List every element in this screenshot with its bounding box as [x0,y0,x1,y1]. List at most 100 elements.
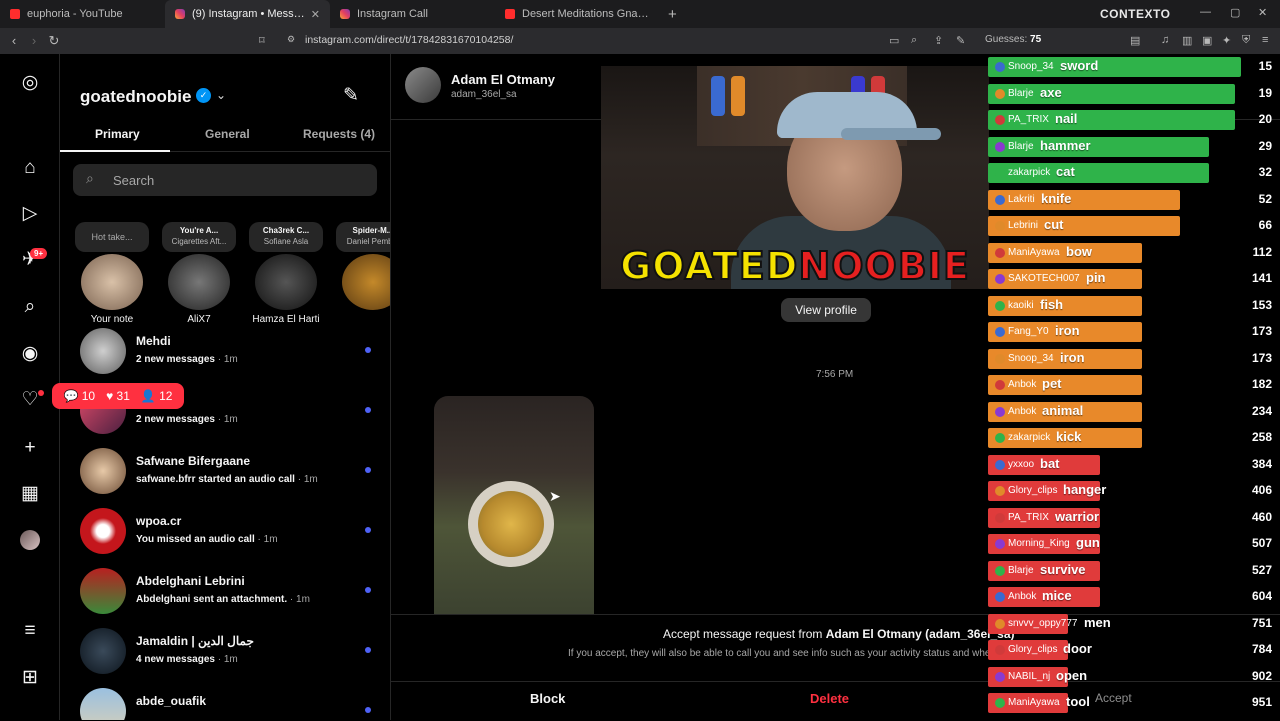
player-name: PA_TRIX [1008,511,1049,523]
apps-icon[interactable]: ⊞ [19,667,41,689]
search-icon[interactable]: ⌕ [19,296,41,318]
reload-icon[interactable]: ↻ [44,33,64,49]
guess-word: hanger [1063,482,1107,497]
note-artist: Daniel Pemb... [346,237,390,246]
music-icon[interactable]: ♫ [1161,34,1169,46]
conversation-row[interactable]: wpoa.cr You missed an audio call · 1m [60,504,390,564]
search-input[interactable] [113,164,363,196]
likes-count: ♥ 31 [106,389,130,403]
browser-tab-2[interactable]: (9) Instagram • Messages ✕ [165,0,330,28]
shield-icon[interactable]: ⛨ [1242,34,1250,47]
conversation-row[interactable]: abde_ouafik [60,684,390,720]
menu-icon[interactable]: ≡ [1262,34,1268,46]
verified-badge-icon: ✓ [196,88,211,103]
guess-rank: 384 [1251,456,1272,471]
chat-contact-handle: adam_36el_sa [451,89,517,100]
note-item[interactable]: You're A... Cigarettes Aft... AliX7 [157,222,241,325]
player-name: ManiAyawa [1008,697,1060,708]
block-button[interactable]: Block [530,691,565,706]
create-icon[interactable]: + [19,437,41,459]
guess-word: cut [1044,217,1064,232]
ai-icon[interactable]: ✦ [1222,34,1231,47]
close-tab-icon[interactable]: ✕ [311,8,320,21]
close-window-icon[interactable]: ✕ [1258,6,1267,19]
guess-word: nail [1055,111,1078,126]
conversation-row[interactable]: Mehdi 2 new messages · 1m [60,324,390,384]
search-box[interactable]: ⌕ [73,164,377,196]
conversation-name: Safwane Bifergaane [136,454,251,468]
reels-icon[interactable]: ▷ [19,203,41,225]
share-icon[interactable]: ⇪ [934,34,943,47]
guess-word: axe [1040,84,1062,100]
forward-icon[interactable]: › [24,33,44,48]
minimize-icon[interactable]: — [1200,6,1211,18]
profile-avatar[interactable] [20,530,40,550]
guess-rank: 507 [1251,536,1272,550]
chevron-down-icon[interactable]: ⌄ [216,88,226,102]
back-icon[interactable]: ‹ [4,33,24,48]
bookmark-icon[interactable]: ⌑ [259,34,265,47]
compose-message-icon[interactable]: ✎ [343,84,359,107]
tab-general[interactable]: General [205,127,250,141]
delete-button[interactable]: Delete [810,691,849,706]
avatar [255,254,317,310]
guess-word: survive [1040,561,1086,577]
conversation-row[interactable]: Safwane Bifergaane safwane.bfrr started … [60,444,390,504]
screen-icon[interactable]: ▭ [889,34,899,47]
browser-tab-3[interactable]: Instagram Call [330,0,495,28]
explore-icon[interactable]: ◉ [19,343,41,365]
maximize-icon[interactable]: ▢ [1230,6,1240,19]
player-name: Blarje [1008,140,1034,152]
dashboard-icon[interactable]: ▦ [19,483,41,505]
browser-tab-4[interactable]: Desert Meditations Gnawa Bass Medi [495,0,660,28]
note-item[interactable]: Hot take... Your note [70,222,154,325]
tab-title: Desert Meditations Gnawa Bass Medi [522,8,650,20]
home-icon[interactable]: ⌂ [19,157,41,179]
note-bubble: You're A... Cigarettes Aft... [162,222,236,252]
guess-rank: 153 [1251,297,1272,312]
panel-icon[interactable]: ▥ [1182,34,1192,47]
player-name: Anbok [1008,591,1037,602]
browser-tab-1[interactable]: euphoria - YouTube [0,0,165,28]
request-description: If you accept, they will also be able to… [568,648,988,659]
guess-word: tool [1066,694,1090,709]
new-tab-icon[interactable]: + [668,6,677,23]
note-item[interactable]: Cha3rek C... Sofiane Asla Hamza El Harti [244,222,328,325]
instagram-logo-icon[interactable]: ◎ [19,72,41,94]
conversation-preview: 4 new messages · 1m [136,654,238,665]
tab-primary[interactable]: Primary [95,127,140,141]
shared-media-message[interactable] [434,396,594,614]
avatar[interactable] [405,67,441,103]
site-info-icon[interactable]: ⚙ [287,34,295,45]
edit-icon[interactable]: ✎ [956,34,965,47]
conversation-row[interactable]: Jamaldin | جمال الدين 4 new messages · 1… [60,624,390,684]
conversation-row[interactable]: Abdelghani Lebrini Abdelghani sent an at… [60,564,390,624]
view-profile-button[interactable]: View profile [781,298,871,322]
chat-contact-name[interactable]: Adam El Otmany [451,72,555,87]
player-name: zakarpick [1008,432,1051,443]
tab-requests[interactable]: Requests (4) [303,127,375,141]
unread-dot [365,467,371,473]
url-text[interactable]: instagram.com/direct/t/17842831670104258… [305,34,513,46]
conversation-preview: 2 new messages · 1m [136,354,238,365]
activity-popup[interactable]: 💬 10 ♥ 31 👤 12 [52,383,184,409]
guess-row: Glory_clips door 784 [985,639,1280,661]
player-avatar-icon [995,115,1005,125]
contexto-leaderboard: Snoop_34 sword 15 Blarje axe 19 PA_TRIX nail 20 B… [985,56,1280,720]
youtube-icon [10,9,20,19]
avatar [342,254,390,310]
sidebar-icon[interactable]: ▤ [1130,34,1140,47]
note-item[interactable]: Spider-M... Daniel Pemb... [331,222,390,314]
guess-row: zakarpick cat 32 [985,162,1280,184]
player-avatar-icon [995,300,1005,311]
comments-count: 💬 10 [63,389,96,403]
unread-dot [365,587,371,593]
zoom-icon[interactable]: ⌕ [911,34,917,47]
wallet-icon[interactable]: ▣ [1202,34,1212,47]
more-menu-icon[interactable]: ≡ [19,620,41,642]
player-avatar-icon [995,512,1005,523]
player-avatar-icon [995,433,1005,443]
account-username[interactable]: goatednoobie [80,87,191,107]
player-avatar-icon [995,62,1005,72]
guess-rank: 66 [1258,218,1272,232]
